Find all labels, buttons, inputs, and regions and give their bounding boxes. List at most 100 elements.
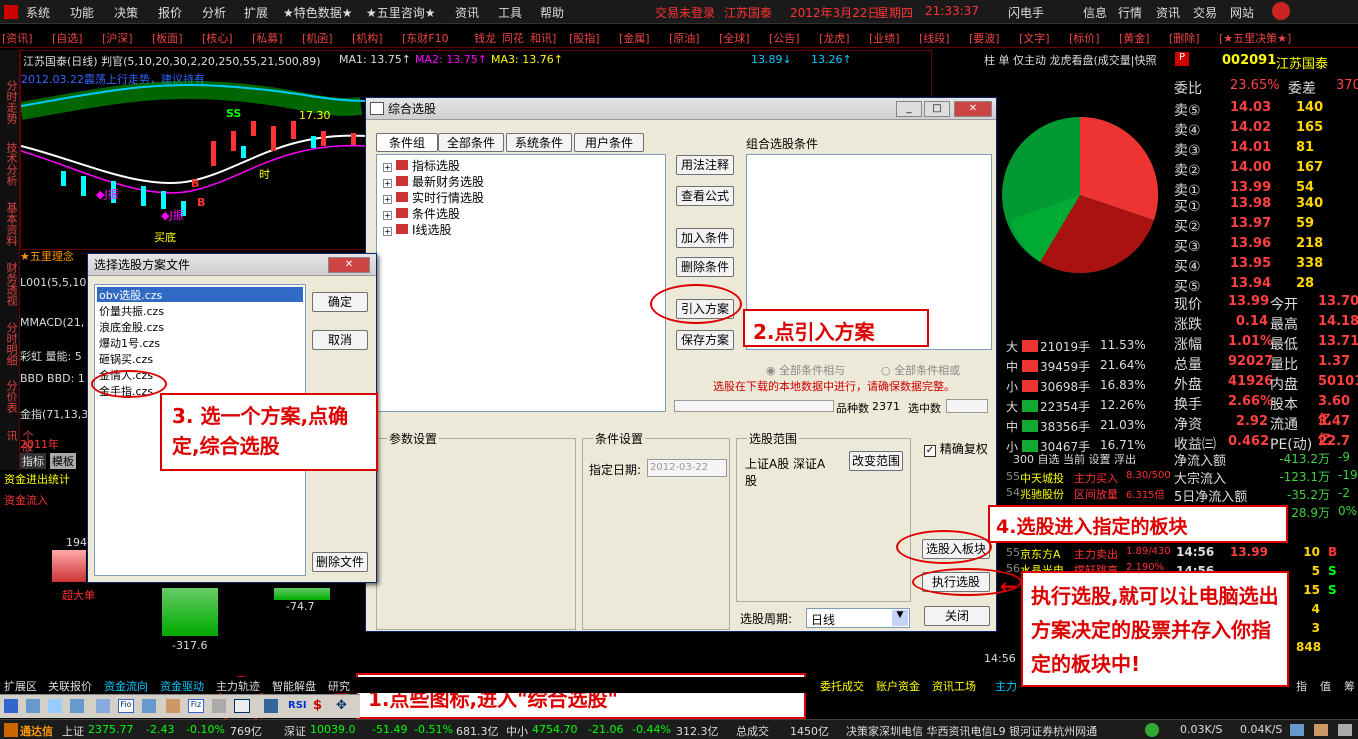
bottom-tab-workshop[interactable]: 资讯工场	[932, 678, 976, 694]
toolbar-rsi-icon[interactable]: RSI	[288, 700, 307, 711]
bottom-tab-flow[interactable]: 资金流向	[104, 678, 148, 694]
toolbar-table-icon[interactable]	[96, 699, 110, 713]
bottom-tab-smart[interactable]: 智能解盘	[272, 678, 316, 694]
tab-template[interactable]: 模板	[50, 453, 76, 469]
strip-item-minute[interactable]: 分时走势	[3, 80, 19, 124]
menu-item-special[interactable]: ★特色数据★	[283, 4, 353, 21]
ticker-name[interactable]: 兆驰股份	[1020, 486, 1064, 502]
tree-item-0[interactable]: + 指标选股	[383, 157, 460, 174]
bottom-right-label-1[interactable]: 指	[1296, 678, 1307, 694]
tab-condition-group[interactable]: 条件组	[376, 133, 438, 152]
menu-item-help[interactable]: 帮助	[540, 4, 564, 21]
scheme-file-item[interactable]: obv选股.czs	[97, 287, 303, 302]
ticker-header[interactable]: 300 自选 当前 设置 浮出	[1013, 451, 1136, 467]
chat-icon[interactable]	[1314, 724, 1328, 736]
strip-item-price-table[interactable]: 分价表	[3, 380, 19, 413]
shortcut-tab-2[interactable]: [沪深]	[102, 30, 133, 46]
ok-button[interactable]: 确定	[312, 292, 368, 312]
toolbar-note-icon[interactable]	[166, 699, 180, 713]
bottom-tab-account[interactable]: 账户资金	[876, 678, 920, 694]
menu-market[interactable]: 行情	[1118, 4, 1142, 21]
bottom-right-label-2[interactable]: 值	[1320, 678, 1331, 694]
strip-item-finance[interactable]: 财务透视	[3, 262, 19, 306]
shortcut-tab-15[interactable]: [全球]	[719, 30, 750, 46]
expand-icon[interactable]: +	[383, 211, 392, 220]
shortcut-tab-12[interactable]: [股指]	[569, 30, 600, 46]
toolbar-doc-icon[interactable]	[142, 699, 156, 713]
close-window-button[interactable]: ✕	[954, 101, 992, 117]
tab-user-conditions[interactable]: 用户条件	[574, 133, 644, 152]
settings-icon[interactable]	[1338, 724, 1352, 736]
menu-item-news[interactable]: 资讯	[455, 4, 479, 21]
radio-and[interactable]: ◉ 全部条件相与	[766, 362, 845, 378]
mail-icon[interactable]	[1290, 724, 1304, 736]
shortcut-tab-19[interactable]: [线段]	[919, 30, 950, 46]
shortcut-tab-22[interactable]: [标价]	[1069, 30, 1100, 46]
scheme-file-item[interactable]: 爆动1号.czs	[97, 335, 303, 350]
shortcut-tab-5[interactable]: [私募]	[252, 30, 283, 46]
toolbar-wave-icon[interactable]	[212, 699, 226, 713]
tab-all-conditions[interactable]: 全部条件	[438, 133, 504, 152]
toolbar-fio-icon[interactable]: Fio	[118, 699, 134, 713]
menu-item-extend[interactable]: 扩展	[244, 4, 268, 21]
ticker-name[interactable]: 京东方A	[1020, 546, 1061, 562]
shortcut-tab-10[interactable]: 同花	[502, 30, 524, 46]
condition-tree[interactable]: + 指标选股 + 最新财务选股 + 实时行情选股 + 条件选股 + Ⅰ线选股	[376, 154, 666, 412]
chevron-down-icon[interactable]: ▼	[892, 610, 908, 626]
shortcut-tab-9[interactable]: 钱龙	[474, 30, 496, 46]
expand-icon[interactable]: +	[383, 163, 392, 172]
add-condition-button[interactable]: 加入条件	[676, 228, 734, 248]
scheme-file-item[interactable]: 砸锅买.czs	[97, 351, 303, 366]
shortcut-tab-13[interactable]: [金属]	[619, 30, 650, 46]
toolbar-chart-icon[interactable]	[48, 699, 62, 713]
change-range-button[interactable]: 改变范围	[849, 451, 903, 471]
toolbar-dollar-icon[interactable]: $	[313, 698, 322, 713]
save-scheme-button[interactable]: 保存方案	[676, 330, 734, 350]
menu-item-function[interactable]: 功能	[70, 4, 94, 21]
menu-item-decision[interactable]: 决策	[114, 4, 138, 21]
menu-info[interactable]: 信息	[1083, 4, 1107, 21]
tab-indicator[interactable]: 指标	[20, 453, 46, 469]
toolbar-list-icon[interactable]	[26, 699, 40, 713]
menu-flash[interactable]: 闪电手	[1008, 4, 1044, 21]
shortcut-tab-24[interactable]: [删除]	[1169, 30, 1200, 46]
strip-item-basic[interactable]: 基本资料	[3, 202, 19, 246]
bottom-tab-research[interactable]: 研究	[328, 678, 350, 694]
toolbar-screener-icon[interactable]	[234, 699, 250, 713]
shortcut-tab-6[interactable]: [机函]	[302, 30, 333, 46]
tab-system-conditions[interactable]: 系统条件	[506, 133, 572, 152]
shortcut-tab-0[interactable]: [资讯]	[2, 30, 33, 46]
toolbar-quote-icon[interactable]	[4, 699, 18, 713]
cancel-button[interactable]: 取消	[312, 330, 368, 350]
expand-icon[interactable]: +	[383, 179, 392, 188]
shortcut-tab-16[interactable]: [公告]	[769, 30, 800, 46]
shortcut-tab-1[interactable]: [自选]	[52, 30, 83, 46]
shortcut-tab-25[interactable]: [★五里决策★]	[1219, 30, 1291, 46]
shortcut-tab-17[interactable]: [龙虎]	[819, 30, 850, 46]
delete-file-button[interactable]: 删除文件	[312, 552, 368, 572]
toolbar-fiz-icon[interactable]: Fiz	[188, 699, 204, 713]
menu-item-analysis[interactable]: 分析	[202, 4, 226, 21]
toolbar-kline-icon[interactable]	[70, 699, 84, 713]
expand-icon[interactable]: +	[383, 227, 392, 236]
shortcut-tab-7[interactable]: [机构]	[352, 30, 383, 46]
shortcut-tab-14[interactable]: [原油]	[669, 30, 700, 46]
usage-notes-button[interactable]: 用法注释	[676, 155, 734, 175]
radio-or[interactable]: ○ 全部条件相或	[881, 362, 960, 378]
toolbar-trend-icon[interactable]	[264, 699, 278, 713]
maximize-button[interactable]: □	[924, 101, 950, 117]
shortcut-tab-23[interactable]: [黄金]	[1119, 30, 1150, 46]
menu-item-tools[interactable]: 工具	[498, 4, 522, 21]
bottom-right-label-3[interactable]: 筹	[1344, 678, 1355, 694]
shortcut-tab-8[interactable]: [东财F10	[402, 30, 449, 46]
minimize-icon[interactable]	[1272, 2, 1290, 20]
menu-trade[interactable]: 交易	[1193, 4, 1217, 21]
shortcut-tab-20[interactable]: [要波]	[969, 30, 1000, 46]
bottom-tab-drive[interactable]: 资金驱动	[160, 678, 204, 694]
bottom-tab-main[interactable]: 主力	[995, 678, 1017, 694]
shortcut-tab-3[interactable]: [板面]	[152, 30, 183, 46]
tree-item-3[interactable]: + 条件选股	[383, 205, 460, 222]
view-formula-button[interactable]: 查看公式	[676, 186, 734, 206]
shortcut-tab-4[interactable]: [核心]	[202, 30, 233, 46]
tree-item-1[interactable]: + 最新财务选股	[383, 173, 484, 190]
